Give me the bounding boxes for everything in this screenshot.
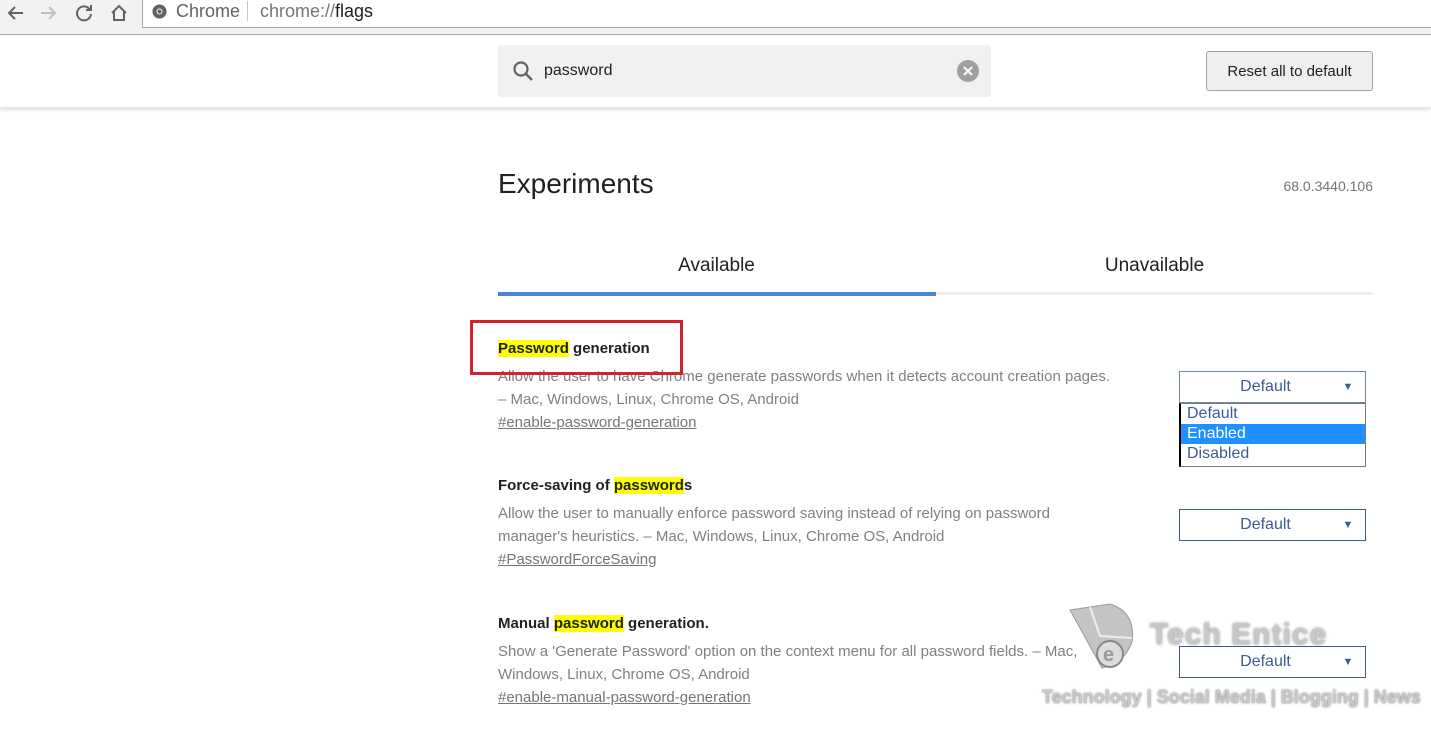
- search-match-highlight: password: [613, 477, 684, 494]
- reset-all-button[interactable]: Reset all to default: [1206, 51, 1373, 91]
- select-value: Default: [1240, 378, 1291, 395]
- description-line: Windows, Linux, Chrome OS, Android: [498, 666, 750, 683]
- tab-bar: Available Unavailable: [498, 240, 1373, 296]
- experiment-force-saving: Force-saving of passwords Allow the user…: [498, 475, 1168, 569]
- page-title: Experiments: [498, 168, 654, 199]
- clear-icon: [963, 66, 973, 76]
- back-arrow-icon: [7, 6, 23, 20]
- experiment-description: Allow the user to manually enforce passw…: [498, 502, 1168, 548]
- active-tab-indicator: [498, 292, 936, 296]
- annotation-red-box: [470, 320, 683, 375]
- dropdown-arrow-icon: ▼: [1342, 519, 1354, 531]
- chrome-logo-icon: [152, 4, 167, 19]
- address-bar[interactable]: Chrome chrome://flags: [142, 0, 1431, 28]
- title-text: Manual: [498, 615, 554, 632]
- option-default[interactable]: Default: [1181, 404, 1365, 424]
- forward-button[interactable]: [36, 0, 62, 26]
- search-box[interactable]: [498, 45, 991, 97]
- tab-unavailable[interactable]: Unavailable: [936, 240, 1373, 292]
- description-line: Show a 'Generate Password' option on the…: [498, 643, 1078, 660]
- url-scheme: chrome://: [260, 1, 336, 21]
- back-button[interactable]: [2, 0, 28, 26]
- description-line: – Mac, Windows, Linux, Chrome OS, Androi…: [498, 391, 799, 408]
- experiment-title: Force-saving of passwords: [498, 475, 1168, 497]
- experiment-title: Manual password generation.: [498, 613, 1168, 635]
- experiment-select[interactable]: Default ▼: [1179, 646, 1366, 678]
- title-text: s: [683, 477, 693, 494]
- experiment-permalink[interactable]: #PasswordForceSaving: [498, 551, 656, 568]
- search-match-highlight: password: [553, 615, 624, 632]
- home-icon: [111, 4, 127, 21]
- omnibox-divider: [247, 1, 248, 21]
- experiment-permalink[interactable]: #enable-manual-password-generation: [498, 689, 751, 706]
- version-label: 68.0.3440.106: [1283, 178, 1373, 194]
- experiment-permalink[interactable]: #enable-password-generation: [498, 414, 696, 431]
- description-line: manager's heuristics. – Mac, Windows, Li…: [498, 528, 945, 545]
- site-label: Chrome: [176, 1, 241, 21]
- experiment-description: Show a 'Generate Password' option on the…: [498, 640, 1168, 686]
- flags-header: Reset all to default: [0, 35, 1431, 108]
- select-value: Default: [1240, 516, 1291, 533]
- url-host: flags: [335, 1, 374, 21]
- home-button[interactable]: [106, 0, 132, 26]
- reload-button[interactable]: [71, 0, 97, 26]
- title-text: generation.: [623, 615, 709, 632]
- browser-toolbar: Chrome chrome://flags: [0, 0, 1431, 35]
- clear-search-button[interactable]: [957, 60, 979, 82]
- option-disabled[interactable]: Disabled: [1181, 444, 1365, 464]
- tab-available[interactable]: Available: [498, 240, 935, 292]
- url-text: chrome://flags: [260, 1, 373, 22]
- select-dropdown-menu: Default Enabled Disabled: [1179, 403, 1366, 467]
- reload-icon: [76, 5, 92, 22]
- experiment-select[interactable]: Default ▼: [1179, 371, 1366, 403]
- title-text: Force-saving of: [498, 477, 614, 494]
- experiment-select[interactable]: Default ▼: [1179, 509, 1366, 541]
- select-value: Default: [1240, 653, 1291, 670]
- forward-arrow-icon: [41, 6, 57, 20]
- search-input[interactable]: [544, 57, 944, 85]
- dropdown-arrow-icon: ▼: [1342, 381, 1354, 393]
- experiment-manual-generation: Manual password generation. Show a 'Gene…: [498, 613, 1168, 707]
- search-icon: [513, 61, 533, 81]
- description-line: Allow the user to manually enforce passw…: [498, 505, 1050, 522]
- option-enabled[interactable]: Enabled: [1181, 424, 1365, 444]
- dropdown-arrow-icon: ▼: [1342, 656, 1354, 668]
